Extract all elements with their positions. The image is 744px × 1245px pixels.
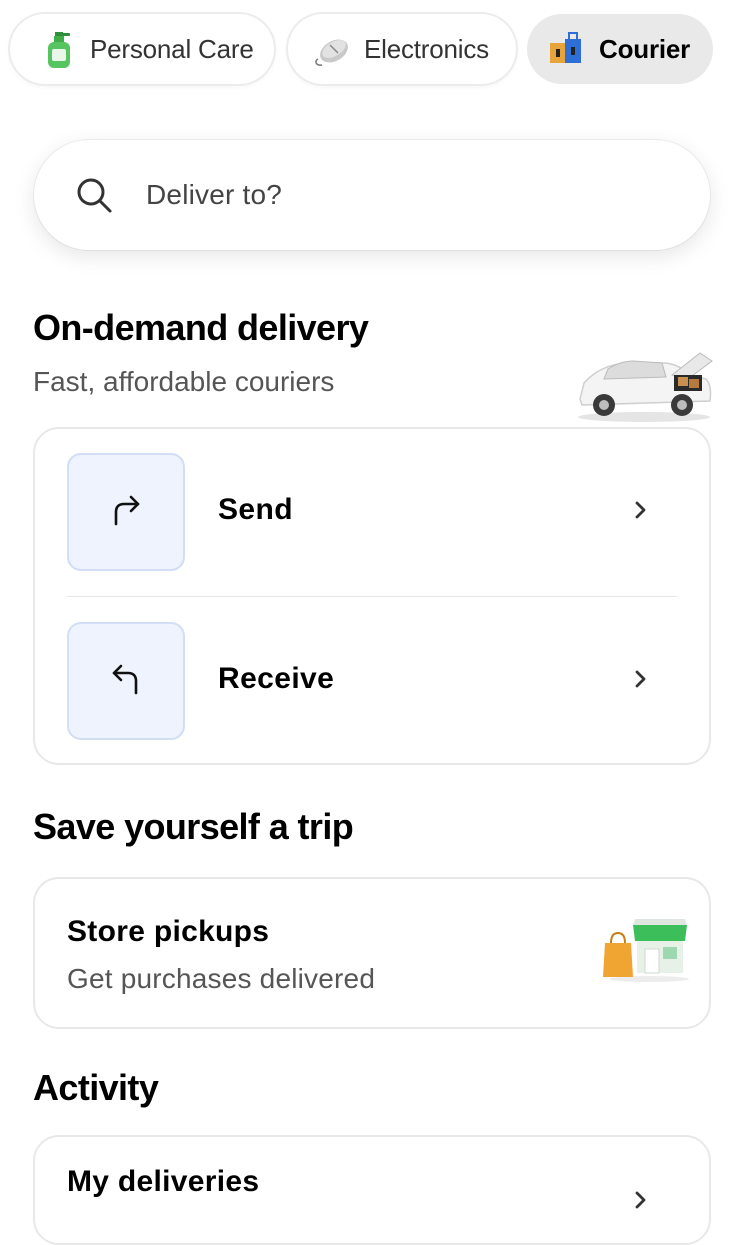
chip-label: Courier [599, 33, 691, 64]
mouse-icon [312, 29, 352, 69]
receive-label: Receive [218, 662, 335, 695]
my-deliveries-card[interactable]: My deliveries [33, 1135, 711, 1245]
chip-label: Electronics [364, 33, 489, 64]
chevron-right-icon [631, 664, 651, 694]
search-placeholder: Deliver to? [146, 179, 283, 210]
search-icon [74, 175, 114, 215]
receive-row[interactable]: Receive [35, 622, 709, 742]
arrow-turn-left-icon [106, 659, 146, 704]
on-demand-subtitle: Fast, affordable couriers [33, 366, 335, 397]
activity-title: Activity [33, 1067, 159, 1108]
my-deliveries-title: My deliveries [67, 1165, 260, 1198]
store-pickups-card[interactable]: Store pickups Get purchases delivered [33, 877, 711, 1029]
receive-tile [67, 622, 185, 740]
divider [67, 596, 677, 597]
category-chips: Personal Care Electronics Courier [0, 14, 744, 84]
soap-bottle-icon [38, 29, 78, 69]
chip-label: Personal Care [90, 33, 254, 64]
store-pickups-title: Store pickups [67, 915, 270, 948]
chevron-right-icon [631, 1185, 651, 1215]
car-illustration [574, 345, 714, 423]
courier-boxes-icon [547, 29, 587, 69]
trip-title: Save yourself a trip [33, 806, 354, 847]
store-pickups-subtitle: Get purchases delivered [67, 963, 376, 994]
send-label: Send [218, 493, 293, 526]
send-tile [67, 453, 185, 571]
store-illustration [599, 913, 691, 983]
chip-courier[interactable]: Courier [527, 14, 713, 84]
chip-personal-care[interactable]: Personal Care [10, 14, 274, 84]
on-demand-card: Send Receive [33, 427, 711, 765]
send-row[interactable]: Send [35, 453, 709, 573]
on-demand-title: On-demand delivery [33, 307, 369, 348]
search-bar[interactable]: Deliver to? [34, 140, 710, 250]
chip-electronics[interactable]: Electronics [288, 14, 516, 84]
chevron-right-icon [631, 495, 651, 525]
arrow-turn-right-icon [106, 490, 146, 535]
